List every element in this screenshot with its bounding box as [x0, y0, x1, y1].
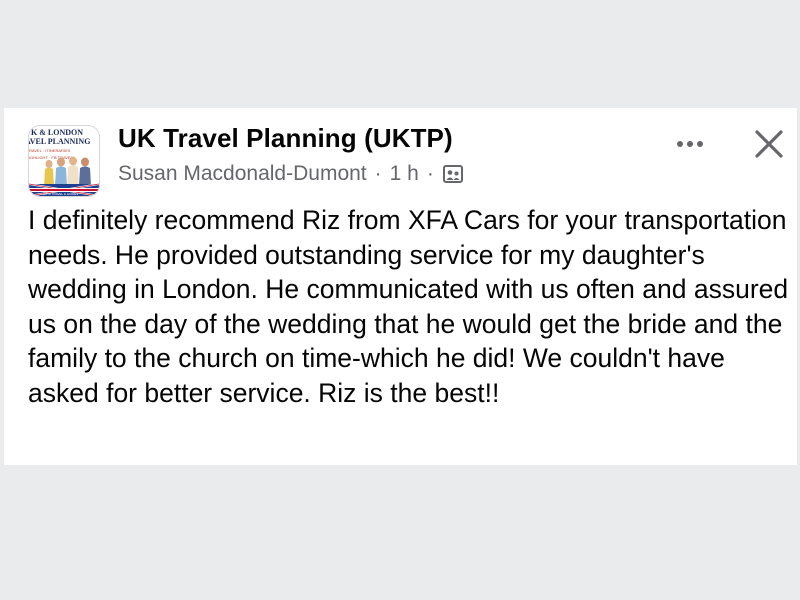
post-meta: Susan Macdonald-Dumont · 1 h ·	[118, 162, 464, 186]
group-members-icon	[442, 163, 464, 185]
post-timestamp[interactable]: 1 h	[390, 162, 419, 186]
avatar-line3: RAVEL · ITINERARIES	[29, 148, 71, 153]
group-name-link[interactable]: UK Travel Planning (UKTP)	[118, 123, 453, 154]
meta-separator-2: ·	[426, 162, 434, 185]
avatar-line4: IGHLIGHT · FB TRAVEL	[29, 155, 74, 160]
more-options-button[interactable]	[668, 130, 712, 158]
group-avatar[interactable]: K & LONDON AVEL PLANNING RAVEL · ITINERA…	[28, 125, 100, 197]
post-card: K & LONDON AVEL PLANNING RAVEL · ITINERA…	[4, 108, 797, 465]
close-icon	[755, 130, 783, 158]
meta-separator: ·	[374, 162, 382, 185]
close-button[interactable]	[749, 124, 789, 164]
author-name-link[interactable]: Susan Macdonald-Dumont	[118, 162, 367, 186]
avatar-line1: K & LONDON	[31, 128, 83, 137]
group-logo-image: K & LONDON AVEL PLANNING RAVEL · ITINERA…	[29, 126, 99, 196]
post-body-text: I definitely recommend Riz from XFA Cars…	[28, 205, 789, 408]
more-options-icon	[677, 141, 703, 147]
avatar-footer: UKTP TRAVEL & GUIDES	[43, 192, 78, 196]
avatar-line2: AVEL PLANNING	[29, 137, 90, 146]
